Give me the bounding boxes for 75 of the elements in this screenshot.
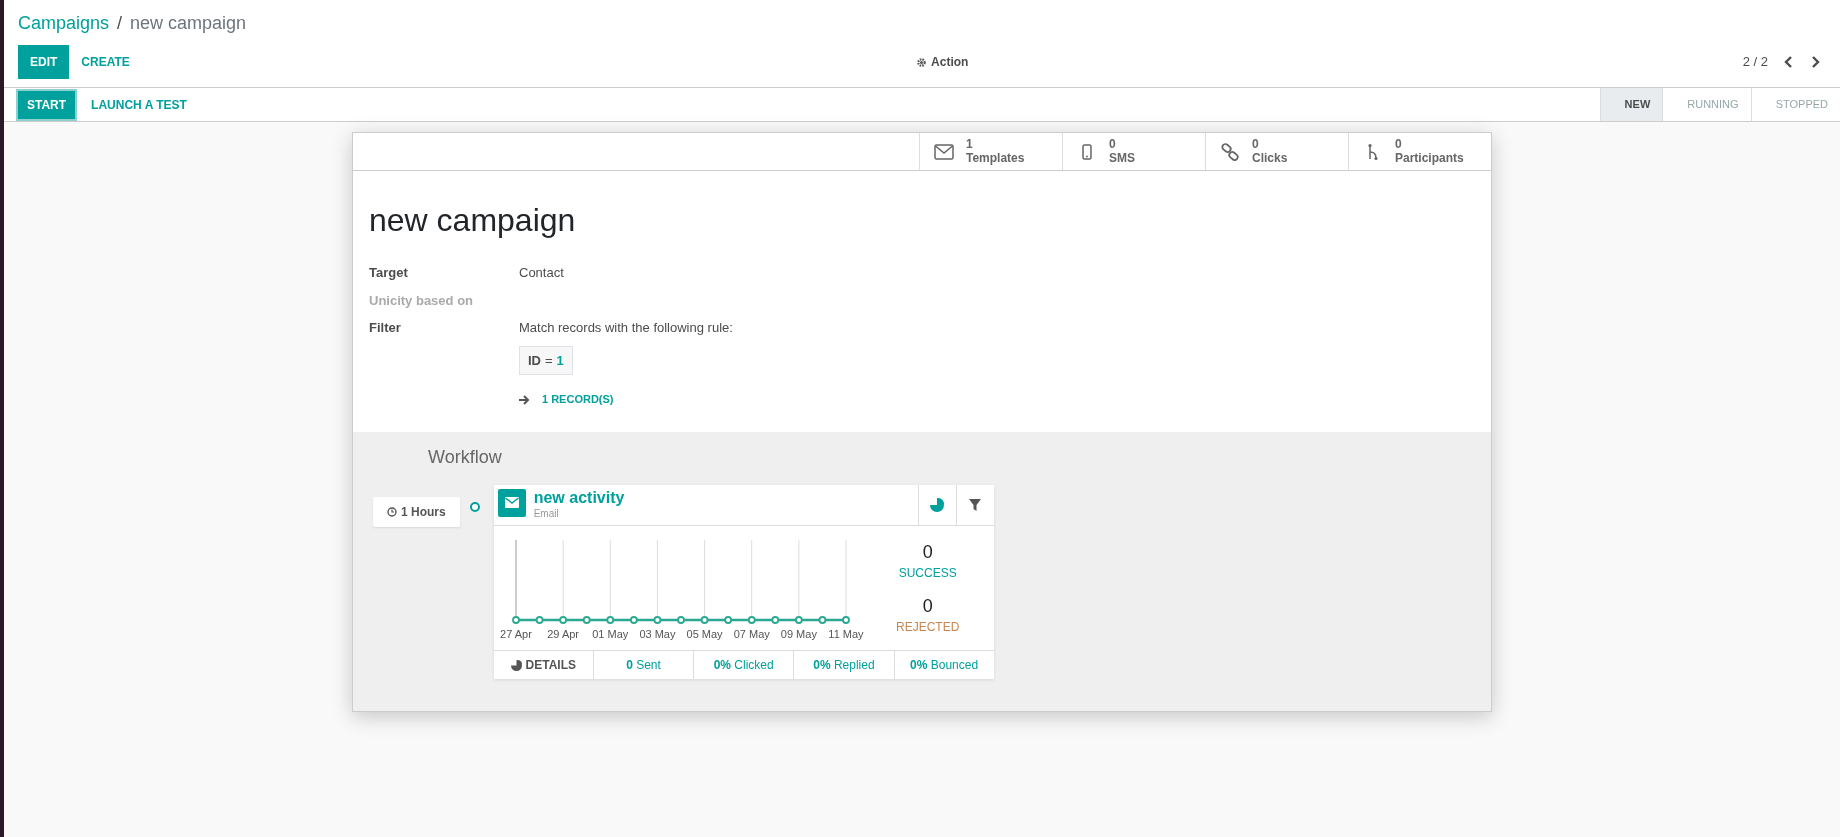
stat-link[interactable]: 0% Clicked — [693, 651, 794, 680]
chart-point — [535, 616, 544, 625]
envelope-icon — [934, 143, 954, 160]
arrow-right-icon — [519, 394, 530, 405]
chart-point — [841, 616, 850, 625]
records-link[interactable]: 1 RECORD(S) — [542, 391, 614, 408]
chart-point — [723, 616, 732, 625]
details-button[interactable]: DETAILS — [493, 651, 593, 680]
axis-label: 07 May — [733, 628, 770, 641]
clock-icon — [387, 506, 397, 517]
stat-link[interactable]: 0% Replied — [793, 651, 894, 680]
gear-icon — [916, 56, 928, 68]
breadcrumb-current: new campaign — [130, 12, 247, 35]
chart-point — [629, 616, 638, 625]
workflow-title: Workflow — [428, 445, 503, 469]
axis-label: 29 Apr — [546, 628, 579, 641]
rejected-count: 0 — [921, 596, 934, 618]
graph-tab[interactable] — [917, 484, 956, 526]
stat-link[interactable]: 0 Sent — [592, 651, 694, 680]
field-label: Filter — [369, 319, 402, 338]
stat-button[interactable]: 1 Templates — [919, 133, 1062, 170]
stat-button[interactable]: 0 SMS — [1062, 133, 1205, 170]
start-button[interactable]: START — [18, 90, 76, 119]
edit-button[interactable]: EDIT — [18, 45, 70, 79]
filter-button[interactable] — [955, 484, 994, 526]
chart-point — [747, 616, 756, 625]
pager-value: 2 / 2 — [1742, 53, 1768, 72]
chart-point — [771, 616, 779, 625]
stat-button[interactable]: 0 Clicks — [1205, 133, 1348, 170]
field-value: Contact — [519, 264, 564, 283]
chevron-right-icon — [1810, 56, 1820, 68]
field-value: Match records with the following rule: — [519, 319, 733, 338]
chevron-left-icon — [1784, 56, 1794, 68]
chart-point — [818, 616, 826, 625]
phone-icon — [1082, 143, 1092, 160]
breadcrumb-separator: / — [117, 12, 123, 35]
axis-label: 01 May — [591, 628, 628, 641]
pie-chart-icon — [930, 498, 945, 513]
breadcrumb-link[interactable]: Campaigns — [18, 10, 110, 37]
success-label: SUCCESS — [898, 565, 957, 583]
funnel-icon — [969, 499, 982, 512]
chart-point — [653, 616, 661, 625]
launch-test-button[interactable]: LAUNCH A TEST — [79, 87, 199, 122]
connector-node — [469, 501, 480, 512]
chart-point — [511, 616, 520, 625]
chart-point — [700, 616, 709, 625]
record-title: new campaign — [369, 201, 577, 240]
action-menu[interactable]: Action — [904, 45, 981, 79]
chart-point — [794, 616, 803, 625]
chain-link-icon — [1221, 142, 1239, 161]
field-label: Unicity based on — [369, 291, 475, 310]
success-count: 0 — [921, 542, 934, 565]
axis-label: 11 May — [828, 628, 864, 641]
fork-icon — [1367, 142, 1379, 161]
stat-button[interactable]: 0 Participants — [1348, 133, 1491, 170]
stage-tab[interactable]: NEW — [1599, 88, 1663, 121]
field-label: Target — [369, 264, 409, 283]
chart-point — [606, 616, 614, 625]
stat-link[interactable]: 0% Bounced — [893, 651, 994, 680]
envelope-icon — [504, 497, 519, 509]
axis-label: 09 May — [780, 628, 817, 641]
chart-point — [582, 616, 591, 625]
activity-name[interactable]: new activity — [533, 488, 625, 507]
axis-label: 05 May — [686, 628, 723, 641]
chart-point — [676, 616, 685, 625]
next-button[interactable] — [1810, 56, 1820, 68]
chart-point — [558, 616, 567, 625]
axis-label: 27 Apr — [499, 628, 532, 641]
rejected-label: REJECTED — [896, 618, 960, 636]
previous-button[interactable] — [1784, 56, 1794, 68]
create-button[interactable]: CREATE — [69, 45, 142, 79]
axis-label: 03 May — [639, 628, 676, 641]
activity-type: Email — [533, 507, 560, 522]
pie-chart-icon — [510, 660, 522, 671]
delay-button[interactable]: 1 Hours — [373, 496, 460, 527]
